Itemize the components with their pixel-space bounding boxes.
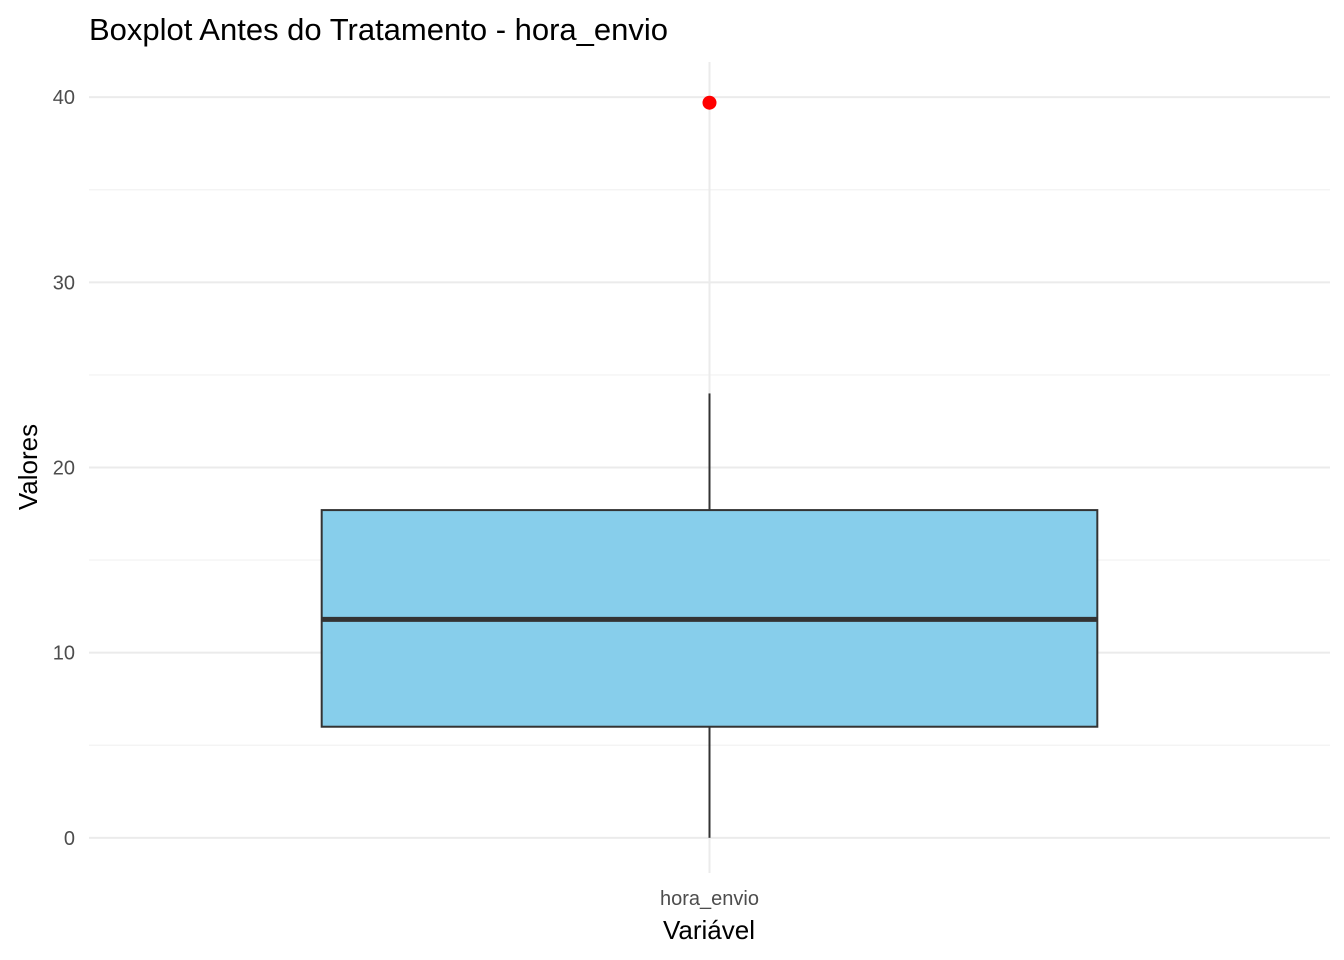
x-axis-title: Variável <box>663 915 755 945</box>
y-tick-label: 40 <box>53 87 75 109</box>
tick-labels: 0 10 20 30 40 hora_envio <box>53 87 759 910</box>
x-tick-label: hora_envio <box>660 888 759 910</box>
chart-title: Boxplot Antes do Tratamento - hora_envio <box>89 12 668 47</box>
y-tick-label: 30 <box>53 272 75 294</box>
y-tick-label: 0 <box>64 828 75 850</box>
boxplot-chart: 0 10 20 30 40 hora_envio Boxplot Antes do Tra… <box>13 12 1330 945</box>
outlier-point <box>702 95 717 110</box>
y-tick-label: 20 <box>53 458 75 480</box>
y-axis-title: Valores <box>13 424 43 510</box>
y-tick-label: 10 <box>53 643 75 665</box>
